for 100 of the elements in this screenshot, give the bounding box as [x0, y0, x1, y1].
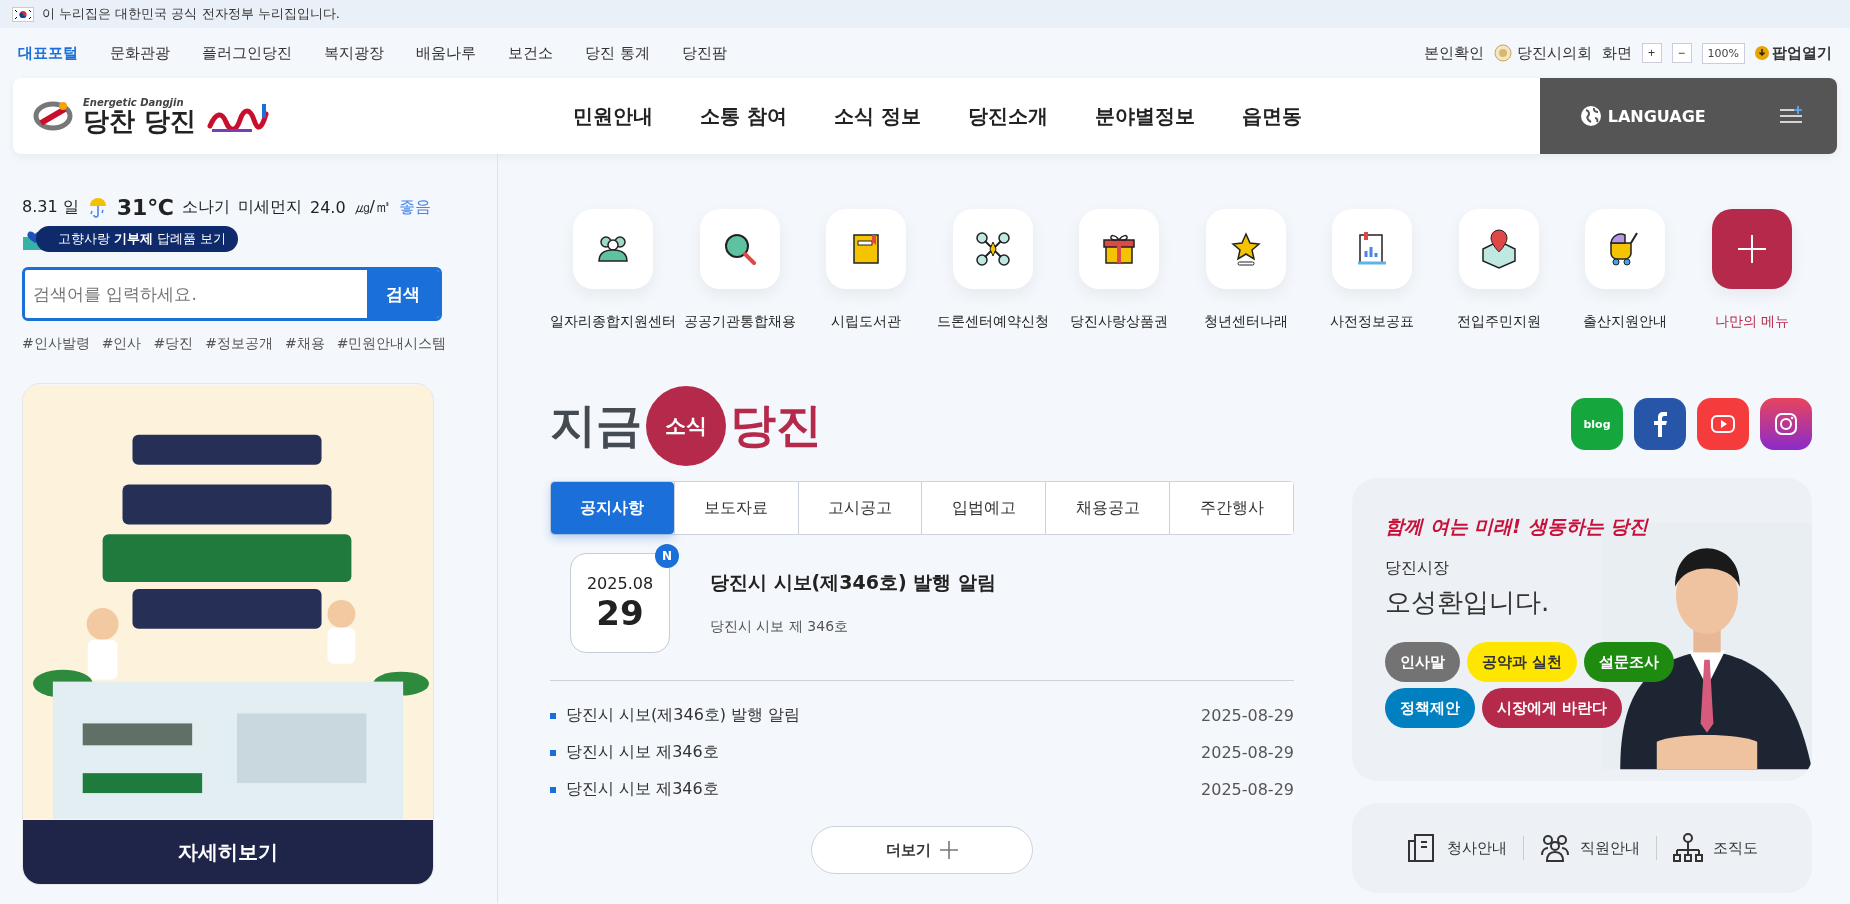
dust-unit: ㎍/㎥ — [353, 196, 391, 218]
quick-menu-label[interactable]: 드론센터예약신청 — [936, 313, 1049, 331]
quick-menu-tile[interactable] — [1205, 209, 1286, 289]
news-link[interactable]: 당진시 시보(제346호) 발행 알림 — [566, 705, 801, 726]
hashtag-link[interactable]: #민원안내시스템 — [336, 335, 447, 353]
council-link[interactable]: 당진시의회 — [1516, 43, 1592, 63]
bullet-icon — [550, 786, 556, 793]
menu-icon — [1779, 106, 1804, 126]
quick-menu-label[interactable]: 전입주민지원 — [1456, 313, 1541, 331]
main-menu-item[interactable]: 당진소개 — [967, 102, 1048, 130]
popup-link[interactable]: 팝업열기 — [1772, 43, 1832, 63]
dust-value: 24.0 — [310, 197, 346, 217]
quick-menu-label[interactable]: 시립도서관 — [831, 313, 902, 331]
quick-menu-label[interactable]: 청년센터나래 — [1203, 313, 1288, 331]
quick-menu-label[interactable]: 사전정보공표 — [1330, 313, 1415, 331]
bullet-icon — [550, 749, 556, 756]
featured-news-summary: 당진시 시보 제 346호 — [710, 618, 850, 636]
mayor-menu-button[interactable]: 정책제안 — [1385, 688, 1475, 728]
quick-menu-tile[interactable] — [952, 209, 1033, 289]
dust-grade: 좋음 — [399, 196, 431, 218]
quick-menu-label[interactable]: 공공기관통합채용 — [683, 313, 796, 331]
info-link[interactable]: 직원안내 — [1579, 838, 1640, 858]
language-button[interactable]: LANGUAGE — [1573, 104, 1712, 128]
portal-link[interactable]: 문화관광 — [110, 43, 170, 63]
identity-link[interactable]: 본인확인 — [1423, 43, 1484, 63]
hashtag-link[interactable]: #정보공개 — [205, 335, 273, 353]
quick-menu-tile[interactable] — [826, 209, 907, 289]
main-menu-item[interactable]: 읍면동 — [1241, 102, 1302, 130]
portal-link[interactable]: 복지광장 — [324, 43, 384, 63]
mayor-menu-button[interactable]: 시장에게 바란다 — [1482, 688, 1623, 728]
quick-menu-tile[interactable] — [1458, 209, 1539, 289]
instagram-icon[interactable] — [1760, 398, 1812, 450]
quick-menu-tile[interactable] — [699, 209, 780, 289]
hashtag-link[interactable]: #인사발령 — [22, 335, 90, 353]
org-chart-icon — [1672, 833, 1703, 863]
news-tab[interactable]: 주간행사 — [1169, 482, 1293, 534]
main-menu-item[interactable]: 분야별정보 — [1094, 102, 1195, 130]
dust-label: 미세먼지 — [238, 196, 302, 218]
mayor-name: 오성환입니다. — [1385, 586, 1551, 619]
portal-link[interactable]: 배움나루 — [416, 43, 476, 63]
quick-menu-label[interactable]: 출산지원안내 — [1583, 313, 1668, 331]
details-button[interactable]: 자세히보기 — [23, 820, 433, 884]
portal-link[interactable]: 당진팜 — [681, 43, 727, 63]
globe-icon — [1579, 105, 1602, 127]
quick-menu-label[interactable]: 당진사랑상품권 — [1070, 313, 1169, 331]
quick-menu-label[interactable]: 일자리종합지원센터 — [550, 313, 677, 331]
weather-condition: 소나기 — [182, 196, 230, 218]
more-button[interactable]: 더보기 — [811, 826, 1033, 874]
hashtag-link[interactable]: #인사 — [101, 335, 142, 353]
zoom-out-button[interactable]: − — [1671, 43, 1692, 63]
zoom-in-button[interactable]: + — [1641, 43, 1662, 63]
news-link[interactable]: 당진시 시보 제346호 — [566, 779, 719, 800]
date-day: 29 — [596, 592, 644, 633]
quick-menu-tile[interactable] — [1079, 209, 1160, 289]
emblem-icon — [1493, 44, 1512, 62]
download-icon — [1755, 46, 1769, 60]
zoom-label: 화면 — [1601, 43, 1632, 63]
banner-text: 이 누리집은 대한민국 공식 전자정부 누리집입니다. — [42, 5, 340, 23]
news-date: 2025-08-29 — [1201, 780, 1294, 799]
logo-name: 당찬 당진 — [83, 108, 197, 134]
logo-icon — [33, 99, 73, 133]
main-menu-item[interactable]: 소식 정보 — [833, 102, 921, 130]
hashtag-link[interactable]: #당진 — [153, 335, 194, 353]
main-menu-item[interactable]: 민원안내 — [573, 102, 653, 130]
quick-menu-tile[interactable] — [573, 209, 654, 289]
news-link[interactable]: 당진시 시보 제346호 — [566, 742, 719, 763]
featured-news-title[interactable]: 당진시 시보(제346호) 발행 알림 — [710, 570, 996, 596]
youtube-icon[interactable] — [1697, 398, 1749, 450]
info-link[interactable]: 조직도 — [1712, 838, 1758, 858]
zoom-value: 100% — [1701, 42, 1745, 64]
portal-link[interactable]: 플러그인당진 — [202, 43, 292, 63]
quick-menu-tile[interactable] — [1332, 209, 1413, 289]
building-icon — [1406, 833, 1437, 863]
bullet-icon — [550, 712, 556, 719]
portal-link[interactable]: 당진 통계 — [585, 43, 650, 63]
quick-menu-tile[interactable] — [1585, 209, 1666, 289]
mayor-title: 당진시장 — [1385, 558, 1450, 579]
slogan-text: 함께 여는 미래! 생동하는 당진 — [1385, 514, 1650, 539]
hashtag-link[interactable]: #채용 — [284, 335, 325, 353]
add-menu-tile[interactable] — [1711, 209, 1792, 289]
section-title: 지금 — [550, 397, 642, 454]
quick-menu-label[interactable]: 나만의 메뉴 — [1714, 313, 1789, 331]
news-tab[interactable]: 공지사항 — [551, 482, 674, 534]
search-field[interactable]: 검색어를 입력하세요. 검색 — [22, 267, 442, 321]
temperature: 31℃ — [116, 194, 174, 220]
info-link[interactable]: 청사안내 — [1446, 838, 1507, 858]
portal-link[interactable]: 대표포털 — [18, 43, 78, 63]
search-button[interactable]: 검색 — [367, 270, 439, 318]
facebook-icon[interactable] — [1634, 398, 1686, 450]
section-title-badge: 소식 — [646, 386, 726, 466]
weather-date: 8.31 일 — [22, 196, 79, 218]
section-title: 당진 — [730, 397, 822, 454]
portal-link[interactable]: 보건소 — [508, 43, 553, 63]
new-badge: N — [655, 544, 679, 568]
main-menu-item[interactable]: 소통 참여 — [700, 102, 787, 130]
donation-badge[interactable]: 고향사랑 기부제 답례품 보기 — [36, 226, 239, 252]
mayor-menu-button[interactable]: 인사말 — [1385, 642, 1460, 682]
mayor-menu-button[interactable]: 설문조사 — [1584, 642, 1675, 682]
mayor-menu-button[interactable]: 공약과 실천 — [1467, 642, 1578, 682]
plus-icon — [938, 840, 959, 860]
